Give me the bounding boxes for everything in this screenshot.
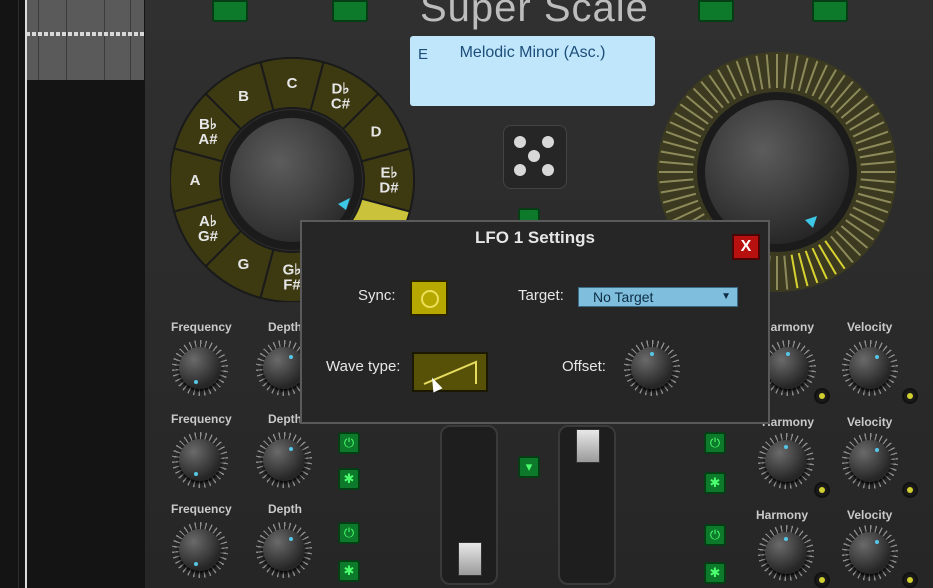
velocity-led-3[interactable] [902,572,918,588]
lock-button[interactable]: ▾ [518,456,540,478]
note-label: B [238,88,249,105]
harmony-led-3[interactable] [814,572,830,588]
frequency-knob-3[interactable] [172,522,228,578]
harmony-knob-3[interactable] [758,525,814,581]
target-value: No Target [593,289,654,305]
note-label: G# [198,228,219,245]
settings-button-3[interactable]: ✱ [338,560,360,582]
note-label: A [190,172,201,189]
note-label: D# [379,180,399,197]
note-label: G [238,256,250,273]
note-label: C# [331,95,351,112]
wave-type-button[interactable] [412,352,488,392]
frequency-label-2: Frequency [171,412,232,426]
depth-label-3: Depth [268,502,302,516]
prev-preset-button[interactable] [698,0,734,22]
close-button[interactable]: X [732,234,760,260]
gate-slider-handle[interactable] [576,429,600,463]
frequency-knob-1[interactable] [172,340,228,396]
settings-button-4[interactable]: ✱ [704,472,726,494]
depth-knob-3[interactable] [256,522,312,578]
velocity-knob-1[interactable] [842,340,898,396]
settings-button-2[interactable]: ✱ [338,468,360,490]
power-button-5[interactable]: ⏻ [704,524,726,546]
harmony-knob-2[interactable] [758,433,814,489]
velocity-label-3: Velocity [847,508,893,522]
dialog-title: LFO 1 Settings [475,228,595,247]
chevron-down-icon: ▼ [721,291,731,302]
harmony-label-3: Harmony [756,508,809,522]
depth-label-2: Depth [268,412,302,426]
frequency-knob-2[interactable] [172,432,228,488]
note-label: F# [283,277,301,294]
note-label: A# [198,131,218,148]
power-button-4[interactable]: ⏻ [704,432,726,454]
offset-knob[interactable] [624,340,680,396]
note-label: D [371,124,382,141]
playhead[interactable] [25,0,27,588]
scale-display[interactable]: E Melodic Minor (Asc.) [410,36,655,106]
plugin-title: Super Scale [420,0,649,30]
wave-type-label: Wave type: [326,358,401,375]
offset-label: Offset: [562,358,606,375]
velocity-led-1[interactable] [902,388,918,404]
preset-menu-button[interactable] [812,0,848,22]
velocity-label-1: Velocity [847,320,893,334]
track-lane-divider [18,0,19,588]
velocity-slider-handle[interactable] [458,542,482,576]
frequency-label-1: Frequency [171,320,232,334]
power-button-2[interactable]: ⏻ [338,432,360,454]
sawtooth-wave-icon [423,360,477,385]
randomize-dice-button[interactable] [503,125,567,189]
velocity-led-2[interactable] [902,482,918,498]
harmony-led-1[interactable] [814,388,830,404]
target-dropdown[interactable]: No Target ▼ [578,287,738,307]
power-button[interactable] [212,0,248,22]
velocity-label-2: Velocity [847,415,893,429]
settings-button-5[interactable]: ✱ [704,562,726,584]
settings-button[interactable] [332,0,368,22]
scale-name: Melodic Minor (Asc.) [459,44,606,61]
sync-toggle-button[interactable] [410,280,448,316]
daw-track-area [0,0,145,588]
harmony-led-2[interactable] [814,482,830,498]
note-label: C [287,75,298,92]
velocity-knob-3[interactable] [842,525,898,581]
velocity-slider[interactable] [440,425,498,585]
gate-slider[interactable] [558,425,616,585]
target-label: Target: [518,287,564,304]
frequency-label-3: Frequency [171,502,232,516]
velocity-knob-2[interactable] [842,433,898,489]
depth-knob-2[interactable] [256,432,312,488]
sync-label: Sync: [358,287,396,304]
depth-label-1: Depth [268,320,302,334]
power-button-3[interactable]: ⏻ [338,522,360,544]
lfo-settings-dialog: LFO 1 Settings X Sync: Target: No Target… [300,220,770,424]
midi-clip[interactable] [26,0,144,80]
